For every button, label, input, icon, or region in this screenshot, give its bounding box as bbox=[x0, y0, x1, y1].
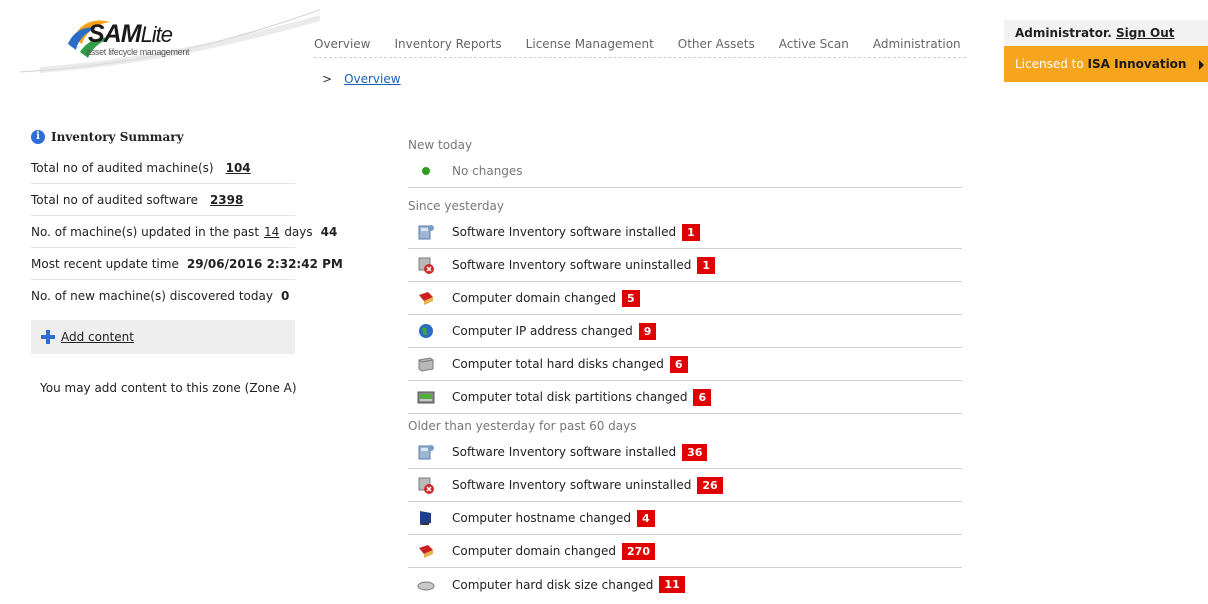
audited-machines-link[interactable]: 104 bbox=[226, 161, 251, 175]
software-uninstalled-icon bbox=[416, 256, 436, 274]
feed-item[interactable]: Software Inventory software uninstalled … bbox=[408, 469, 962, 502]
breadcrumb: > Overview bbox=[322, 72, 401, 86]
breadcrumb-chevron-icon: > bbox=[322, 72, 333, 86]
nav-active-scan[interactable]: Active Scan bbox=[779, 30, 849, 58]
nav-overview[interactable]: Overview bbox=[314, 30, 371, 58]
license-prefix: Licensed to bbox=[1015, 57, 1084, 71]
feed-item-label[interactable]: Computer hostname changed bbox=[452, 511, 631, 525]
sign-out-link[interactable]: Sign Out bbox=[1116, 26, 1175, 40]
logo-brand: SAMLite bbox=[88, 20, 173, 48]
feed-item[interactable]: Computer hard disk size changed 11 bbox=[408, 568, 962, 601]
count-badge: 6 bbox=[693, 388, 712, 406]
feed-item-label[interactable]: Computer total disk partitions changed bbox=[452, 390, 687, 404]
samlite-logo[interactable]: SAMLite asset lifecycle management bbox=[0, 0, 320, 80]
section-older: Older than yesterday for past 60 days bbox=[408, 419, 637, 433]
add-content-link[interactable]: Add content bbox=[61, 330, 134, 344]
count-badge: 1 bbox=[697, 256, 715, 274]
user-name: Administrator. bbox=[1015, 26, 1112, 40]
feed-item[interactable]: Computer total hard disks changed 6 bbox=[408, 348, 962, 381]
summary-label: No. of machine(s) updated in the past bbox=[31, 224, 260, 239]
summary-row-audited-machines: Total no of audited machine(s) 104 bbox=[31, 152, 295, 184]
breadcrumb-overview-link[interactable]: Overview bbox=[344, 72, 401, 86]
updated-machines-value: 44 bbox=[320, 224, 338, 239]
monitor-icon bbox=[416, 509, 436, 527]
user-bar: Administrator. Sign Out bbox=[1004, 20, 1208, 46]
feed-item-label[interactable]: Computer total hard disks changed bbox=[452, 357, 664, 371]
feed-item[interactable]: Computer domain changed 270 bbox=[408, 535, 962, 568]
summary-label: Total no of audited machine(s) bbox=[31, 160, 214, 175]
feed-item[interactable]: Computer domain changed 5 bbox=[408, 282, 962, 315]
triangle-right-icon bbox=[1199, 60, 1204, 70]
feed-item-label[interactable]: Computer IP address changed bbox=[452, 324, 633, 338]
feed-item-label[interactable]: Computer hard disk size changed bbox=[452, 578, 653, 592]
count-badge: 5 bbox=[622, 289, 640, 307]
account-panel: Administrator. Sign Out Licensed to ISA … bbox=[1004, 20, 1208, 92]
section-since-yesterday: Since yesterday bbox=[408, 199, 504, 213]
section-new-today: New today bbox=[408, 138, 473, 152]
summary-row-recent-update: Most recent update time 29/06/2016 2:32:… bbox=[31, 248, 343, 280]
domain-icon bbox=[416, 542, 436, 560]
add-content-bar: Add content bbox=[31, 320, 295, 354]
summary-label: days bbox=[284, 224, 313, 239]
software-installed-icon bbox=[416, 223, 436, 241]
count-badge: 1 bbox=[682, 223, 700, 241]
globe-icon bbox=[416, 322, 436, 340]
license-bar[interactable]: Licensed to ISA Innovation bbox=[1004, 46, 1208, 82]
feed-item-label[interactable]: Software Inventory software installed bbox=[452, 445, 676, 459]
count-badge: 26 bbox=[697, 476, 723, 494]
feed-item[interactable]: Software Inventory software installed 36 bbox=[408, 436, 962, 469]
feed-item-label[interactable]: Computer domain changed bbox=[452, 291, 616, 305]
new-machines-value: 0 bbox=[280, 289, 290, 303]
logo-tagline: asset lifecycle management bbox=[86, 47, 190, 57]
nav-other-assets[interactable]: Other Assets bbox=[678, 30, 755, 58]
summary-row-audited-software: Total no of audited software 2398 bbox=[31, 184, 295, 216]
inventory-summary: i Inventory Summary Total no of audited … bbox=[31, 126, 343, 312]
green-dot-icon bbox=[416, 162, 436, 180]
domain-icon bbox=[416, 289, 436, 307]
summary-label: Total no of audited software bbox=[31, 192, 198, 207]
top-navigation: Overview Inventory Reports License Manag… bbox=[314, 30, 966, 58]
summary-row-updated-machines: No. of machine(s) updated in the past 14… bbox=[31, 216, 337, 248]
feed-item: No changes bbox=[408, 155, 962, 188]
feed-item[interactable]: Software Inventory software installed 1 bbox=[408, 216, 962, 249]
info-icon: i bbox=[31, 130, 45, 144]
software-uninstalled-icon bbox=[416, 476, 436, 494]
audited-software-link[interactable]: 2398 bbox=[210, 193, 243, 207]
disk-partition-icon bbox=[416, 388, 436, 406]
summary-title: Inventory Summary bbox=[51, 130, 184, 144]
feed-item[interactable]: Computer hostname changed 4 bbox=[408, 502, 962, 535]
updated-days-link[interactable]: 14 bbox=[264, 225, 279, 239]
software-installed-icon bbox=[416, 443, 436, 461]
summary-label: No. of new machine(s) discovered today bbox=[31, 289, 273, 303]
summary-label: Most recent update time bbox=[31, 256, 179, 271]
nav-license-management[interactable]: License Management bbox=[526, 30, 654, 58]
feed-item[interactable]: Computer total disk partitions changed 6 bbox=[408, 381, 962, 414]
count-badge: 11 bbox=[659, 576, 685, 593]
activity-feed: New today No changes Since yesterday Sof… bbox=[408, 135, 962, 601]
feed-item-label: No changes bbox=[452, 164, 523, 178]
nav-administration[interactable]: Administration bbox=[873, 30, 961, 58]
feed-item[interactable]: Software Inventory software uninstalled … bbox=[408, 249, 962, 282]
feed-item-label[interactable]: Computer domain changed bbox=[452, 544, 616, 558]
feed-item-label[interactable]: Software Inventory software uninstalled bbox=[452, 258, 691, 272]
zone-a-text: You may add content to this zone (Zone A… bbox=[40, 381, 297, 395]
summary-header: i Inventory Summary bbox=[31, 126, 295, 148]
plus-icon[interactable] bbox=[41, 330, 55, 344]
count-badge: 4 bbox=[637, 509, 655, 527]
count-badge: 9 bbox=[638, 322, 657, 340]
summary-row-new-machines: No. of new machine(s) discovered today 0 bbox=[31, 280, 295, 312]
count-badge: 6 bbox=[669, 355, 688, 373]
disk-size-icon bbox=[416, 576, 436, 594]
recent-update-value: 29/06/2016 2:32:42 PM bbox=[186, 256, 343, 271]
count-badge: 36 bbox=[682, 443, 708, 461]
count-badge: 270 bbox=[622, 542, 655, 560]
feed-item-label[interactable]: Software Inventory software installed bbox=[452, 225, 676, 239]
nav-inventory-reports[interactable]: Inventory Reports bbox=[395, 30, 502, 58]
license-org: ISA Innovation bbox=[1087, 57, 1187, 71]
hard-disk-icon bbox=[416, 355, 436, 373]
feed-item[interactable]: Computer IP address changed 9 bbox=[408, 315, 962, 348]
feed-item-label[interactable]: Software Inventory software uninstalled bbox=[452, 478, 691, 492]
